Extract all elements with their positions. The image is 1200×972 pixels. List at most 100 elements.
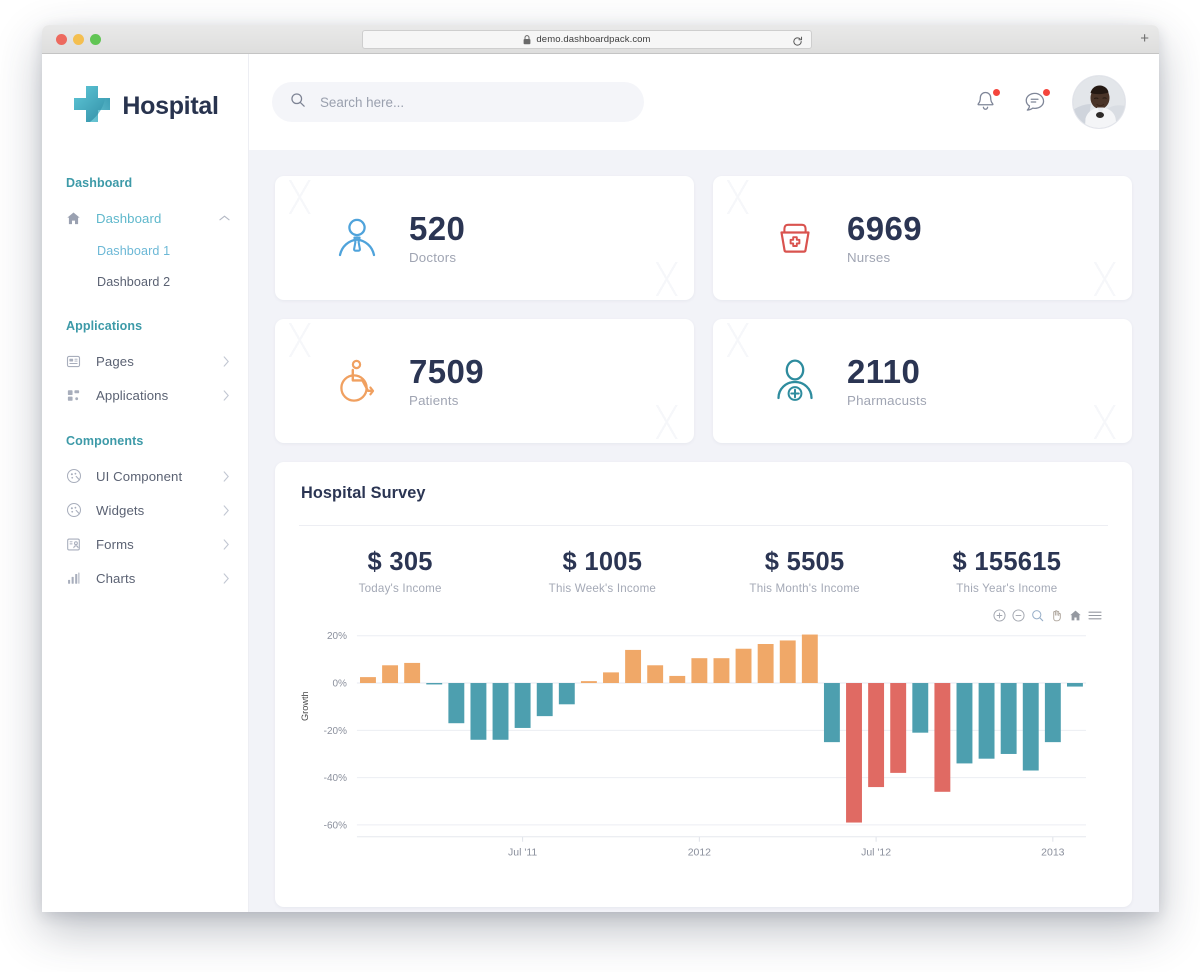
menu-icon[interactable]: [1088, 609, 1102, 622]
chart-bar[interactable]: [448, 683, 464, 723]
chart-bar[interactable]: [868, 683, 884, 787]
selection-zoom-icon[interactable]: [1031, 609, 1044, 622]
new-tab-button[interactable]: +: [1140, 32, 1149, 46]
reset-home-icon[interactable]: [1069, 609, 1082, 622]
medical-cross-logo-icon: [71, 83, 113, 130]
chart-bar[interactable]: [1045, 683, 1061, 742]
notifications-button[interactable]: [974, 90, 997, 114]
chevron-right-icon[interactable]: [222, 390, 230, 401]
chart-bar[interactable]: [736, 649, 752, 683]
sidebar: Hospital Dashboard Dashboard Dashb: [42, 54, 249, 912]
chart-bar[interactable]: [824, 683, 840, 742]
chart-bar[interactable]: [780, 640, 796, 683]
chart-bar[interactable]: [404, 663, 420, 683]
chart-bar[interactable]: [846, 683, 862, 823]
chart-bar[interactable]: [669, 676, 685, 683]
stat-value: 7509: [409, 354, 484, 389]
chart-bar[interactable]: [581, 681, 597, 683]
sidebar-item-dashboard[interactable]: Dashboard: [42, 201, 248, 235]
form-icon: [66, 537, 88, 552]
chart-bar[interactable]: [426, 683, 442, 684]
grid-icon: [66, 388, 88, 403]
stat-card-doctors[interactable]: 520 Doctors: [275, 176, 694, 300]
sidebar-item-ui-component[interactable]: UI Component: [42, 459, 248, 493]
address-bar[interactable]: demo.dashboardpack.com: [362, 30, 812, 49]
chart-bar[interactable]: [382, 665, 398, 683]
doctor-icon: [331, 213, 383, 263]
chevron-right-icon[interactable]: [222, 539, 230, 550]
chart-bar[interactable]: [360, 677, 376, 683]
window-minimize-button[interactable]: [73, 34, 84, 45]
chart-toolbar: [993, 609, 1102, 622]
chevron-right-icon[interactable]: [222, 573, 230, 584]
chart-bar[interactable]: [493, 683, 509, 740]
content-area: 520 Doctors: [249, 150, 1159, 912]
stat-label: Pharmacusts: [847, 393, 927, 408]
chart-bar[interactable]: [647, 665, 663, 683]
chart-bar[interactable]: [979, 683, 995, 759]
window-close-button[interactable]: [56, 34, 67, 45]
stat-card-nurses[interactable]: 6969 Nurses: [713, 176, 1132, 300]
chart-bar[interactable]: [714, 658, 730, 683]
avatar[interactable]: [1073, 76, 1125, 128]
chart-bar[interactable]: [470, 683, 486, 740]
growth-bar-chart: Growth 20%0%-20%-40%-60%Jul '112012Jul '…: [299, 609, 1108, 871]
chart-bar[interactable]: [625, 650, 641, 683]
zoom-out-icon[interactable]: [1012, 609, 1025, 622]
sidebar-item-widgets[interactable]: Widgets: [42, 493, 248, 527]
sidebar-item-pages[interactable]: Pages: [42, 344, 248, 378]
stat-card-patients[interactable]: 7509 Patients: [275, 319, 694, 443]
sidebar-item-label: Applications: [96, 388, 222, 403]
chart-bar[interactable]: [1001, 683, 1017, 754]
home-icon: [66, 211, 88, 226]
income-summary-row: $ 305 Today's Income $ 1005 This Week's …: [299, 526, 1108, 595]
topbar: [249, 54, 1159, 150]
chart-bar[interactable]: [1067, 683, 1083, 687]
chart-bar[interactable]: [603, 672, 619, 683]
sidebar-subitem-dashboard-2[interactable]: Dashboard 2: [42, 266, 248, 297]
income-label: Today's Income: [299, 582, 501, 595]
income-value: $ 1005: [501, 548, 703, 577]
chart-bar[interactable]: [957, 683, 973, 763]
chart-bar[interactable]: [912, 683, 928, 733]
browser-titlebar: demo.dashboardpack.com +: [42, 25, 1159, 54]
chart-bar[interactable]: [559, 683, 575, 704]
palette-icon: [66, 502, 88, 518]
main-column: 520 Doctors: [249, 54, 1159, 912]
sidebar-item-label: Pages: [96, 354, 222, 369]
messages-button[interactable]: [1023, 90, 1047, 114]
zoom-in-icon[interactable]: [993, 609, 1006, 622]
window-maximize-button[interactable]: [90, 34, 101, 45]
chart-bar[interactable]: [934, 683, 950, 792]
chart-bar[interactable]: [802, 635, 818, 683]
brand-logo[interactable]: Hospital: [42, 54, 248, 150]
chart-bar[interactable]: [515, 683, 531, 728]
bar-chart-icon: [66, 571, 88, 586]
chevron-right-icon[interactable]: [222, 356, 230, 367]
pan-hand-icon[interactable]: [1050, 609, 1063, 622]
sidebar-item-applications[interactable]: Applications: [42, 378, 248, 412]
stat-text: 2110 Pharmacusts: [847, 354, 927, 408]
chevron-right-icon[interactable]: [222, 471, 230, 482]
nurse-cap-icon: [769, 213, 821, 263]
pharmacist-icon: [769, 356, 821, 406]
chart-bar[interactable]: [890, 683, 906, 773]
chart-bar[interactable]: [537, 683, 553, 716]
chevron-right-icon[interactable]: [222, 505, 230, 516]
stat-text: 6969 Nurses: [847, 211, 922, 265]
sidebar-item-charts[interactable]: Charts: [42, 561, 248, 595]
search-box[interactable]: [272, 82, 644, 122]
sidebar-subitem-label: Dashboard 1: [97, 244, 170, 258]
stat-label: Doctors: [409, 250, 465, 265]
chart-bar[interactable]: [1023, 683, 1039, 770]
sidebar-item-forms[interactable]: Forms: [42, 527, 248, 561]
chart-bar[interactable]: [691, 658, 707, 683]
income-item-week: $ 1005 This Week's Income: [501, 548, 703, 595]
chart-bar[interactable]: [758, 644, 774, 683]
stat-card-pharmacists[interactable]: 2110 Pharmacusts: [713, 319, 1132, 443]
sidebar-subitem-dashboard-1[interactable]: Dashboard 1: [42, 235, 248, 266]
search-input[interactable]: [320, 95, 626, 110]
palette-icon: [66, 468, 88, 484]
reload-icon[interactable]: [792, 34, 803, 52]
chevron-up-icon[interactable]: [219, 214, 230, 222]
